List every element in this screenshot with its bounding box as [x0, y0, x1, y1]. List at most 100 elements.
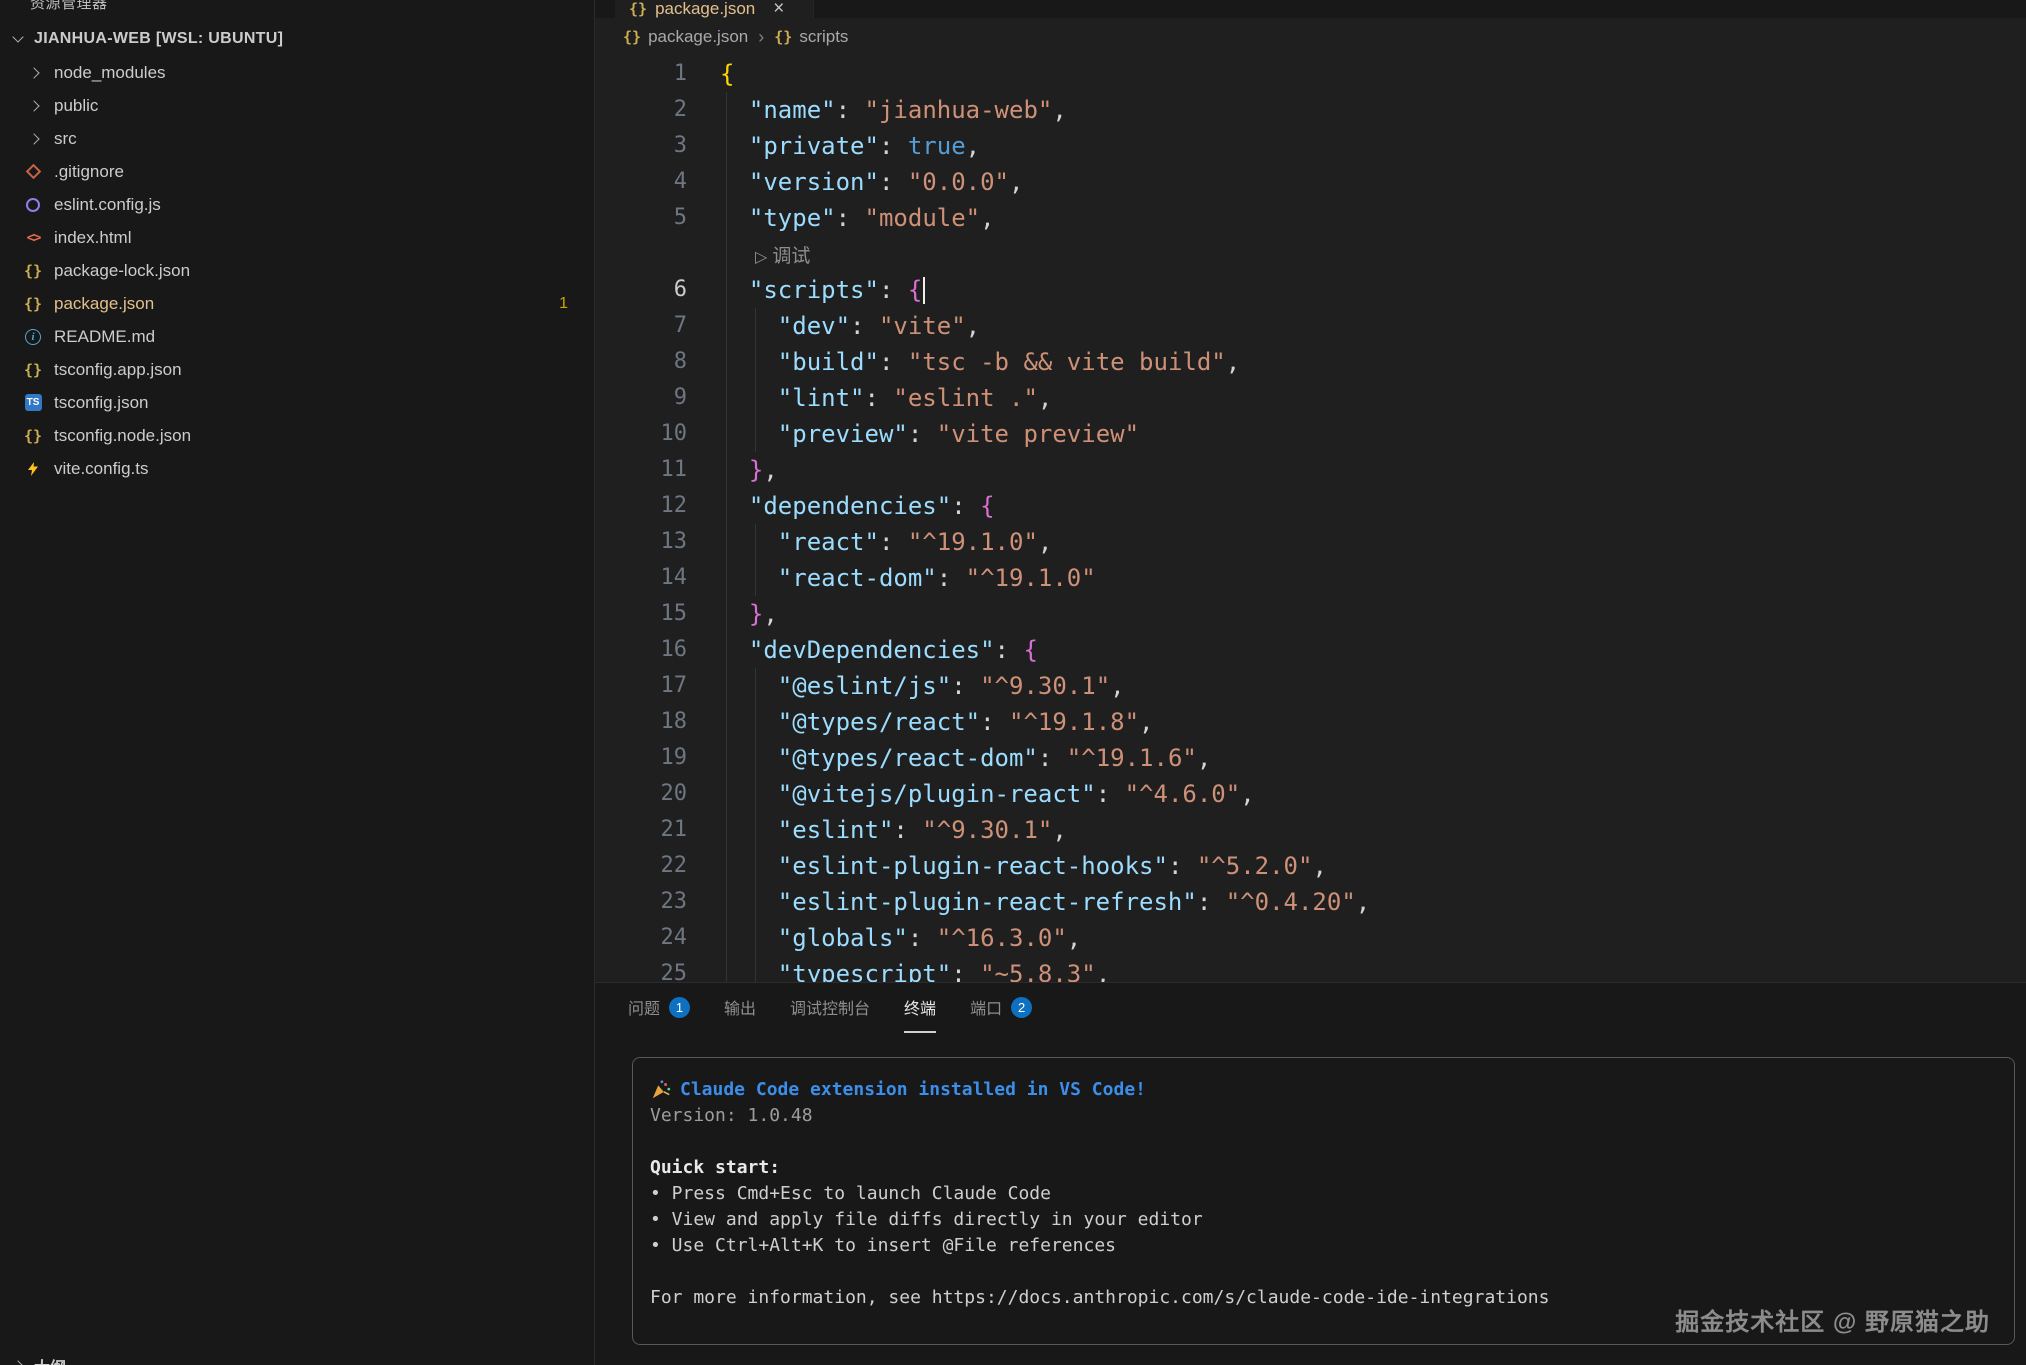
code-line[interactable]: 6 "scripts": {: [595, 272, 2026, 308]
line-number: 6: [595, 272, 687, 308]
tree-item-tsconfig.node.json[interactable]: tsconfig.node.json: [0, 419, 594, 452]
explorer-title: 资源管理器: [30, 0, 108, 13]
line-number: 14: [595, 560, 687, 596]
code-line[interactable]: 13 "react": "^19.1.0",: [595, 524, 2026, 560]
line-number: 18: [595, 704, 687, 740]
panel-tab-label: 问题: [628, 995, 660, 1019]
code-line[interactable]: 15 },: [595, 596, 2026, 632]
code-text: "lint": "eslint .",: [687, 380, 1052, 416]
tree-item-index.html[interactable]: index.html: [0, 221, 594, 254]
tree-item-README.md[interactable]: README.md: [0, 320, 594, 353]
tree-item-public[interactable]: public: [0, 89, 594, 122]
tree-item-vite.config.ts[interactable]: vite.config.ts: [0, 452, 594, 485]
line-number: 19: [595, 740, 687, 776]
tree-item-label: package.json: [54, 294, 154, 314]
terminal-line: • View and apply file diffs directly in …: [650, 1207, 2014, 1233]
debug-codelens[interactable]: 调试: [755, 239, 810, 276]
code-line[interactable]: 17 "@eslint/js": "^9.30.1",: [595, 668, 2026, 704]
tree-item-label: index.html: [54, 228, 131, 248]
code-line[interactable]: 18 "@types/react": "^19.1.8",: [595, 704, 2026, 740]
tree-item-src[interactable]: src: [0, 122, 594, 155]
info-icon: [25, 329, 41, 345]
file-tree: node_modulespublic src.gitignoreeslint.co…: [0, 56, 594, 485]
code-text: },: [687, 452, 778, 488]
party-popper-icon: [650, 1079, 672, 1101]
line-number: 15: [595, 596, 687, 632]
outline-section-header[interactable]: 大纲: [0, 1351, 594, 1365]
tree-item-node_modules[interactable]: node_modules: [0, 56, 594, 89]
project-section-header[interactable]: JIANHUA-WEB [WSL: UBUNTU]: [0, 22, 594, 56]
panel-count-badge: 2: [1011, 997, 1032, 1018]
code-line[interactable]: 3 "private": true,: [595, 128, 2026, 164]
code-line[interactable]: 8 "build": "tsc -b && vite build",: [595, 344, 2026, 380]
line-number: 21: [595, 812, 687, 848]
line-number: 23: [595, 884, 687, 920]
tab-bar: package.json ×: [595, 0, 2026, 18]
code-line[interactable]: 20 "@vitejs/plugin-react": "^4.6.0",: [595, 776, 2026, 812]
tree-item-package-lock.json[interactable]: package-lock.json: [0, 254, 594, 287]
code-line[interactable]: 21 "eslint": "^9.30.1",: [595, 812, 2026, 848]
code-lines: 1{2 "name": "jianhua-web",3 "private": t…: [595, 56, 2026, 982]
tab-package-json[interactable]: package.json ×: [615, 0, 814, 18]
json-icon: [24, 427, 42, 445]
tree-item-tsconfig.app.json[interactable]: tsconfig.app.json: [0, 353, 594, 386]
terminal-text: • Use Ctrl+Alt+K to insert @File referen…: [650, 1233, 1116, 1259]
code-text: "@vitejs/plugin-react": "^4.6.0",: [687, 776, 1255, 812]
tree-item-package.json[interactable]: package.json1: [0, 287, 594, 320]
tree-item-.gitignore[interactable]: .gitignore: [0, 155, 594, 188]
code-line[interactable]: 4 "version": "0.0.0",: [595, 164, 2026, 200]
panel-tab-输出[interactable]: 输出: [724, 983, 756, 1033]
code-editor[interactable]: 1{2 "name": "jianhua-web",3 "private": t…: [595, 56, 2026, 982]
code-line[interactable]: 22 "eslint-plugin-react-hooks": "^5.2.0"…: [595, 848, 2026, 884]
code-line[interactable]: 1{: [595, 56, 2026, 92]
line-number: 2: [595, 92, 687, 128]
code-line[interactable]: 19 "@types/react-dom": "^19.1.6",: [595, 740, 2026, 776]
code-line[interactable]: 9 "lint": "eslint .",: [595, 380, 2026, 416]
terminal-line: • Press Cmd+Esc to launch Claude Code: [650, 1181, 2014, 1207]
code-line[interactable]: 10 "preview": "vite preview": [595, 416, 2026, 452]
code-line[interactable]: 7 "dev": "vite",: [595, 308, 2026, 344]
tree-item-tsconfig.json[interactable]: tsconfig.json: [0, 386, 594, 419]
tree-item-label: node_modules: [54, 63, 166, 83]
breadcrumb-separator: ›: [758, 27, 764, 48]
panel-tab-问题[interactable]: 问题 1: [628, 983, 690, 1033]
code-line[interactable]: 24 "globals": "^16.3.0",: [595, 920, 2026, 956]
chevron-right-icon: [12, 1360, 23, 1365]
code-text: "dev": "vite",: [687, 308, 980, 344]
code-text: "typescript": "~5.8.3",: [687, 956, 1110, 982]
terminal-line: Quick start:: [650, 1155, 2014, 1181]
panel-tab-调试控制台[interactable]: 调试控制台: [790, 983, 870, 1033]
terminal-text: Claude Code extension installed in VS Co…: [680, 1077, 1146, 1103]
code-line[interactable]: 5 "type": "module",: [595, 200, 2026, 236]
code-line[interactable]: 12 "dependencies": {: [595, 488, 2026, 524]
line-number: 24: [595, 920, 687, 956]
eslint-icon: [26, 198, 40, 212]
code-line[interactable]: 11 },: [595, 452, 2026, 488]
tree-item-label: vite.config.ts: [54, 459, 149, 479]
terminal-text: For more information, see https://docs.a…: [650, 1285, 1549, 1311]
panel-tab-终端[interactable]: 终端: [904, 983, 936, 1033]
close-icon[interactable]: ×: [773, 0, 784, 18]
tree-item-eslint.config.js[interactable]: eslint.config.js: [0, 188, 594, 221]
panel-count-badge: 1: [669, 997, 690, 1018]
code-line[interactable]: 14 "react-dom": "^19.1.0": [595, 560, 2026, 596]
line-number: 20: [595, 776, 687, 812]
terminal-line: Version: 1.0.48: [650, 1103, 2014, 1129]
panel-tab-label: 输出: [724, 995, 756, 1019]
breadcrumb-file[interactable]: package.json: [648, 27, 748, 47]
text-cursor: [923, 277, 925, 304]
vite-icon: [25, 461, 41, 477]
html-icon: [27, 230, 40, 246]
tree-item-label: public: [54, 96, 98, 116]
code-line[interactable]: 16 "devDependencies": {: [595, 632, 2026, 668]
json-icon: [24, 262, 42, 280]
panel-tab-端口[interactable]: 端口2: [970, 983, 1032, 1033]
code-text: },: [687, 596, 778, 632]
code-line[interactable]: 2 "name": "jianhua-web",: [595, 92, 2026, 128]
code-text: "eslint-plugin-react-refresh": "^0.4.20"…: [687, 884, 1370, 920]
breadcrumb-symbol[interactable]: scripts: [799, 27, 848, 47]
code-line[interactable]: 23 "eslint-plugin-react-refresh": "^0.4.…: [595, 884, 2026, 920]
code-line[interactable]: 25 "typescript": "~5.8.3",: [595, 956, 2026, 982]
line-number: 1: [595, 56, 687, 92]
breadcrumb: package.json › scripts: [595, 18, 2026, 56]
